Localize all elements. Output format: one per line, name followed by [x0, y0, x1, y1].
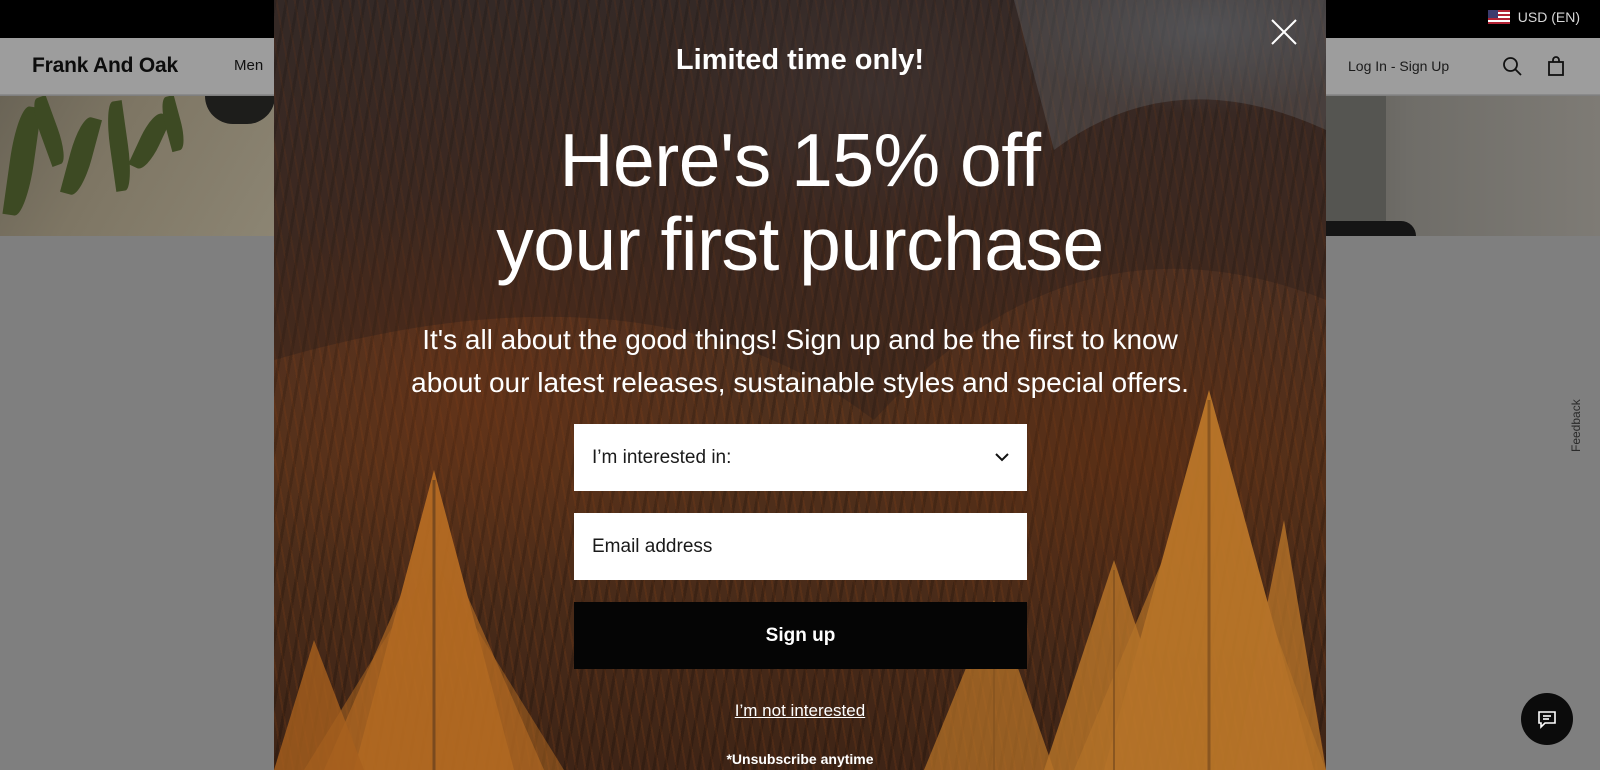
currency-label: USD (EN) — [1517, 9, 1580, 25]
email-field[interactable] — [574, 513, 1027, 580]
chat-button[interactable] — [1521, 693, 1573, 745]
decline-container: I’m not interested — [274, 701, 1326, 721]
headline-line-1: Here's 15% off — [559, 118, 1041, 202]
chevron-down-icon — [995, 453, 1009, 462]
login-signup-link[interactable]: Log In - Sign Up — [1348, 58, 1449, 74]
feedback-label: Feedback — [1569, 399, 1583, 452]
currency-selector[interactable]: USD (EN) — [1487, 9, 1580, 25]
chat-icon — [1538, 711, 1556, 729]
description-line-1: It's all about the good things! Sign up … — [422, 324, 1178, 355]
popup-headline: Here's 15% off your first purchase — [274, 118, 1326, 286]
interest-select[interactable]: I’m interested in: — [574, 424, 1027, 491]
flag-us-icon — [1487, 10, 1510, 24]
unsubscribe-note: *Unsubscribe anytime — [726, 751, 874, 767]
sign-up-button[interactable]: Sign up — [574, 602, 1027, 669]
hero-image-right — [1326, 96, 1600, 236]
headline-line-2: your first purchase — [496, 202, 1104, 286]
popup-description: It's all about the good things! Sign up … — [274, 318, 1326, 404]
description-line-2: about our latest releases, sustainable s… — [411, 367, 1189, 398]
interest-select-value: I’m interested in: — [592, 446, 732, 468]
popup-eyebrow: Limited time only! — [675, 44, 925, 76]
bag-icon[interactable] — [1544, 54, 1568, 78]
hero-image-left — [0, 96, 274, 236]
not-interested-link[interactable]: I’m not interested — [735, 701, 865, 720]
brand-logo[interactable]: Frank And Oak — [32, 54, 178, 78]
feedback-tab[interactable]: Feedback — [1567, 342, 1587, 452]
nav-item-men[interactable]: Men — [234, 57, 263, 74]
search-icon[interactable] — [1500, 54, 1524, 78]
